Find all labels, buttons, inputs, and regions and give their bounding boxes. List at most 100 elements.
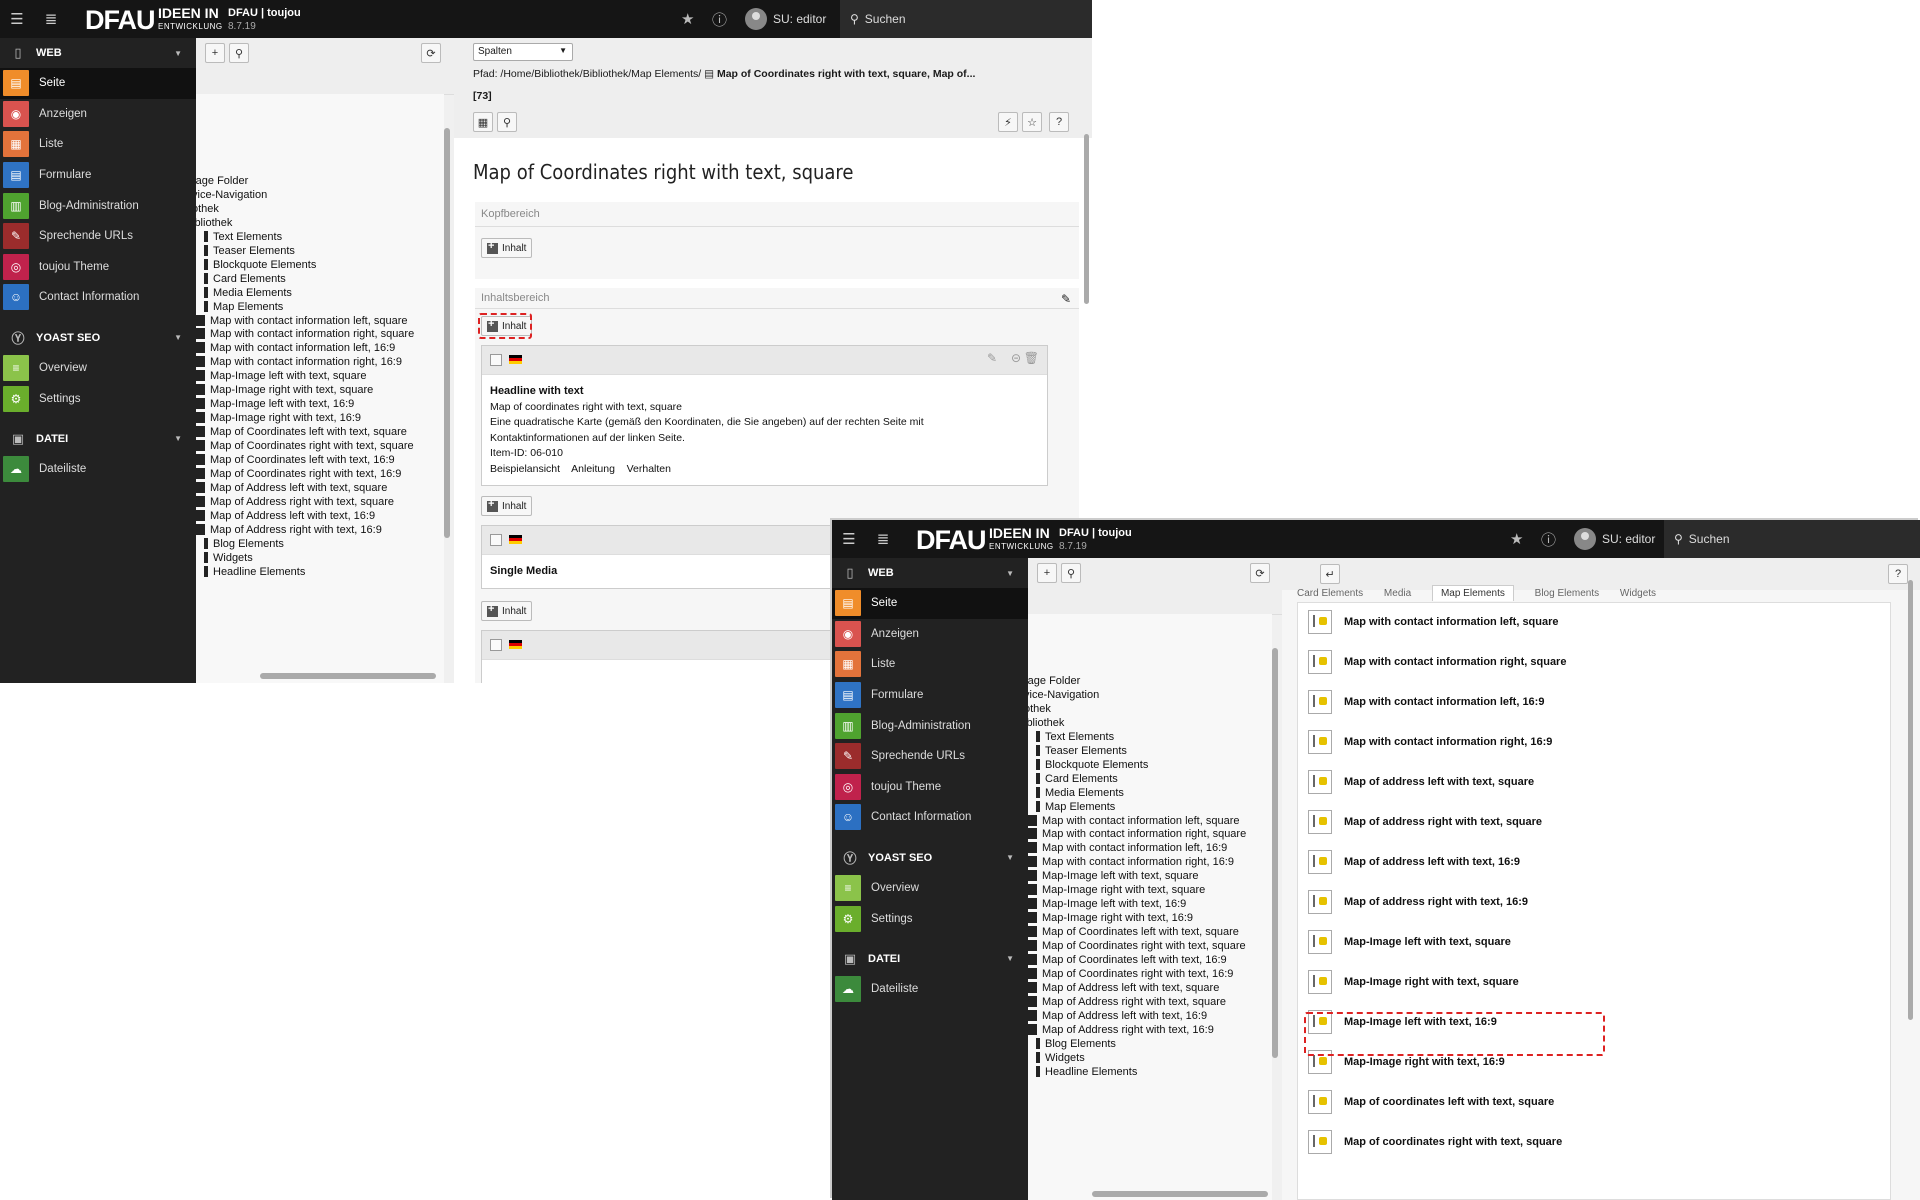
tree-node-label: vice-Navigation — [1028, 688, 1100, 701]
sidebar-item-web-4[interactable]: ▥ Blog-Administration — [832, 710, 1028, 741]
sidebar-item-yoast-0[interactable]: ≡ Overview — [0, 353, 196, 384]
sidebar-item-web-6[interactable]: ◎ toujou Theme — [832, 772, 1028, 803]
sidebar-item-web-2[interactable]: ▦ Liste — [0, 129, 196, 160]
tree-node-label: Map of Coordinates right with text, 16:9 — [210, 467, 402, 480]
sidebar-section-datei[interactable]: ▣ DATEI ▼ — [0, 424, 196, 454]
tree-node-label: Map-Image right with text, square — [210, 384, 374, 397]
wizard-item[interactable]: Map-Image right with text, square — [1308, 967, 1519, 997]
filter-icon[interactable]: ⚲ — [1061, 563, 1081, 583]
sidebar-item-label: Dateiliste — [871, 983, 919, 996]
link-preview[interactable]: Beispielansicht — [490, 463, 560, 475]
sidebar-section-yoast[interactable]: Ⓨ YOAST SEO ▼ — [832, 843, 1028, 873]
tree-hscroll[interactable] — [260, 673, 436, 679]
bookmark-star-icon[interactable]: ★ — [681, 0, 694, 38]
search-field[interactable]: ⚲ Suchen — [840, 0, 1092, 38]
wizard-item[interactable]: Map of address right with text, 16:9 — [1308, 887, 1528, 917]
sidebar-item-datei-0[interactable]: ☁ Dateiliste — [0, 454, 196, 485]
edit-column-icon[interactable]: ✎ — [1061, 292, 1071, 306]
help-button[interactable]: ? — [1888, 564, 1908, 584]
wizard-item[interactable]: Map of coordinates left with text, squar… — [1308, 1087, 1554, 1117]
tree-vscroll[interactable] — [1272, 648, 1278, 1058]
tree-toggle-icon[interactable]: ≣ — [37, 0, 65, 38]
tab-card-elements[interactable]: Card Elements — [1297, 588, 1363, 599]
wizard-item[interactable]: Map of coordinates right with text, squa… — [1308, 1127, 1562, 1157]
sidebar-item-label: Liste — [39, 138, 64, 151]
sidebar-item-web-3[interactable]: ▤ Formulare — [832, 680, 1028, 711]
module-icon: ▤ — [3, 162, 29, 189]
menu-toggle-icon[interactable]: ☰ — [3, 0, 31, 38]
toggle-visibility-icon[interactable]: ⊝ — [1011, 351, 1021, 365]
wizard-item[interactable]: Map with contact information left, 16:9 — [1308, 687, 1544, 717]
wizard-item[interactable]: Map with contact information left, squar… — [1308, 607, 1559, 637]
menu-toggle-icon[interactable]: ☰ — [835, 520, 863, 558]
wizard-item[interactable]: Map of address left with text, square — [1308, 767, 1534, 797]
sidebar-item-web-4[interactable]: ▥ Blog-Administration — [0, 190, 196, 221]
search-field[interactable]: ⚲ Suchen — [1664, 520, 1920, 558]
tree-hscroll[interactable] — [1092, 1191, 1268, 1197]
bookmark-icon[interactable]: ☆ — [1022, 112, 1042, 132]
tree-toggle-icon[interactable]: ≣ — [869, 520, 897, 558]
wizard-item[interactable]: Map of address right with text, square — [1308, 807, 1542, 837]
tab-media[interactable]: Media — [1384, 588, 1411, 599]
refresh-icon[interactable]: ⟳ — [421, 43, 441, 63]
help-icon[interactable]: ⓘ — [1541, 520, 1556, 558]
sidebar-section-web[interactable]: ▯ WEB ▼ — [832, 558, 1028, 588]
sidebar-section-web[interactable]: ▯ WEB ▼ — [0, 38, 196, 68]
map-element-icon — [1308, 650, 1332, 674]
sidebar-item-yoast-0[interactable]: ≡ Overview — [832, 873, 1028, 904]
sidebar-section-yoast[interactable]: Ⓨ YOAST SEO ▼ — [0, 323, 196, 353]
delete-icon[interactable]: 🗑 — [1024, 351, 1039, 365]
tree-node-label: Map Elements — [213, 300, 284, 313]
new-content-button[interactable]: Inhalt — [481, 238, 533, 258]
sidebar-item-web-1[interactable]: ◉ Anzeigen — [832, 619, 1028, 650]
edit-icon[interactable]: ✎ — [987, 351, 997, 365]
sidebar-item-web-0[interactable]: ▤ Seite — [0, 68, 196, 99]
tab-widgets[interactable]: Widgets — [1620, 588, 1656, 599]
user-menu[interactable]: SU: editor — [1574, 520, 1655, 558]
sidebar-item-web-7[interactable]: ☺ Contact Information — [832, 802, 1028, 833]
add-content-icon — [487, 498, 498, 512]
user-menu[interactable]: SU: editor — [745, 0, 826, 38]
sidebar-section-datei[interactable]: ▣ DATEI ▼ — [832, 944, 1028, 974]
tab-blog-elements[interactable]: Blog Elements — [1535, 588, 1599, 599]
wizard-item[interactable]: Map with contact information right, 16:9 — [1308, 727, 1552, 757]
new-page-icon[interactable]: + — [1037, 563, 1057, 583]
sidebar-item-web-2[interactable]: ▦ Liste — [832, 649, 1028, 680]
help-icon[interactable]: ⓘ — [712, 0, 727, 38]
help-button[interactable]: ? — [1049, 112, 1069, 132]
sidebar-item-yoast-1[interactable]: ⚙ Settings — [0, 383, 196, 414]
sidebar-item-web-3[interactable]: ▤ Formulare — [0, 160, 196, 191]
sidebar-item-datei-0[interactable]: ☁ Dateiliste — [832, 974, 1028, 1005]
tab-map-elements[interactable]: Map Elements — [1431, 585, 1514, 601]
sidebar-item-yoast-1[interactable]: ⚙ Settings — [832, 903, 1028, 934]
bookmark-star-icon[interactable]: ★ — [1510, 520, 1523, 558]
wizard-item[interactable]: Map with contact information right, squa… — [1308, 647, 1566, 677]
tree-node[interactable]: Headline Elements — [204, 564, 305, 581]
content-vscroll[interactable] — [1084, 134, 1089, 304]
sidebar-item-web-7[interactable]: ☺ Contact Information — [0, 282, 196, 313]
link-behaviour[interactable]: Verhalten — [627, 463, 671, 475]
wizard-vscroll[interactable] — [1908, 580, 1913, 1020]
refresh-icon[interactable]: ⟳ — [1250, 563, 1270, 583]
clear-cache-icon[interactable]: ⚡ — [998, 112, 1018, 132]
new-page-icon[interactable]: + — [205, 43, 225, 63]
view-select[interactable]: Spalten ▼ — [473, 43, 573, 61]
wizard-item[interactable]: Map-Image left with text, square — [1308, 927, 1511, 957]
sidebar-item-web-1[interactable]: ◉ Anzeigen — [0, 99, 196, 130]
sidebar-item-web-0[interactable]: ▤ Seite — [832, 588, 1028, 619]
filter-icon[interactable]: ⚲ — [229, 43, 249, 63]
page-view-icon[interactable]: ▦ — [473, 112, 493, 132]
wizard-item[interactable]: Map of address left with text, 16:9 — [1308, 847, 1520, 877]
tree-node[interactable]: Headline Elements — [1036, 1064, 1137, 1081]
search-icon[interactable]: ⚲ — [497, 112, 517, 132]
page-icon — [196, 509, 205, 521]
sidebar-item-web-5[interactable]: ✎ Sprechende URLs — [832, 741, 1028, 772]
tree-vscroll[interactable] — [444, 128, 450, 538]
module-icon: ▦ — [835, 651, 861, 678]
sidebar-item-web-6[interactable]: ◎ toujou Theme — [0, 252, 196, 283]
new-content-button[interactable]: Inhalt — [481, 496, 533, 516]
new-content-button[interactable]: Inhalt — [481, 601, 533, 621]
link-guide[interactable]: Anleitung — [571, 463, 615, 475]
sidebar-item-web-5[interactable]: ✎ Sprechende URLs — [0, 221, 196, 252]
back-icon[interactable]: ↵ — [1320, 564, 1340, 584]
